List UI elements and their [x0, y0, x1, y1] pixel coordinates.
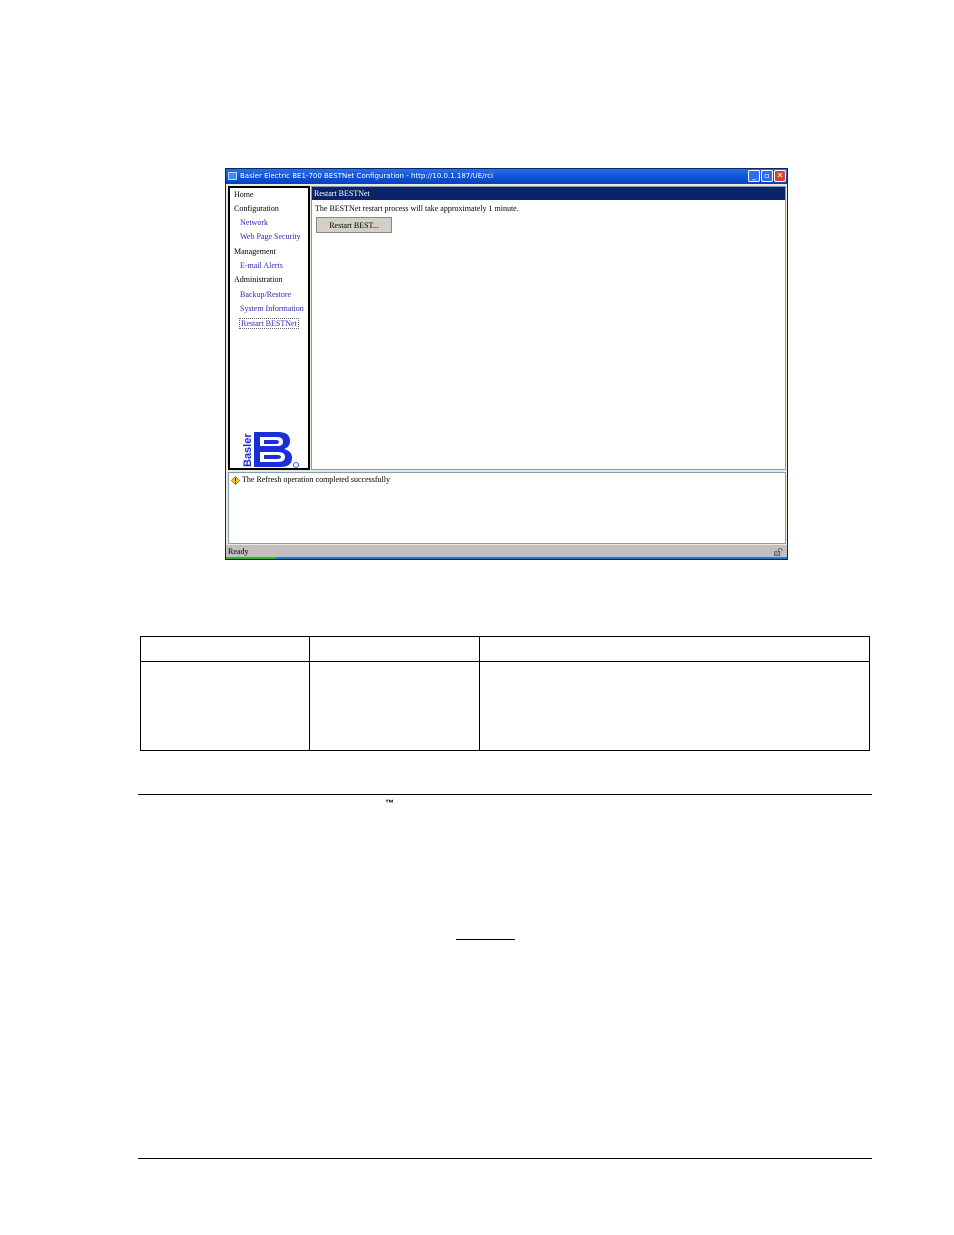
table-row [140, 661, 870, 751]
unlock-icon [774, 548, 783, 556]
content-header: Restart BESTNet [312, 187, 785, 200]
nav-item-configuration[interactable]: Configuration [234, 204, 279, 213]
nav-item-home[interactable]: Home [234, 190, 254, 199]
restart-message: The BESTNet restart process will take ap… [315, 204, 519, 213]
app-window: Basler Electric BE1-700 BESTNet Configur… [225, 168, 788, 560]
content-pane: Restart BESTNet The BESTNet restart proc… [311, 186, 786, 470]
table-cell [479, 636, 870, 662]
footer-divider [138, 1158, 872, 1159]
table-cell [140, 636, 310, 662]
minimize-button[interactable]: _ [748, 170, 760, 182]
nav-item-web-page-security[interactable]: Web Page Security [240, 232, 301, 241]
info-icon [231, 476, 240, 485]
nav-item-backup-restore[interactable]: Backup/Restore [240, 290, 291, 299]
log-message: The Refresh operation completed successf… [242, 475, 390, 484]
close-button[interactable]: ✕ [774, 170, 786, 182]
document-table [140, 636, 870, 751]
table-cell [140, 661, 310, 751]
table-cell [309, 661, 480, 751]
app-icon [228, 172, 237, 180]
window-title: Basler Electric BE1-700 BESTNet Configur… [240, 172, 494, 180]
status-bar: Ready [226, 545, 787, 559]
nav-item-email-alerts[interactable]: E-mail Alerts [240, 261, 283, 270]
restart-bestnet-button[interactable]: Restart BEST... [316, 217, 392, 233]
message-log: The Refresh operation completed successf… [228, 472, 786, 544]
progress-strip [226, 557, 787, 559]
navigation-pane: Home Configuration Network Web Page Secu… [228, 186, 310, 470]
nav-item-system-information[interactable]: System Information [240, 304, 304, 313]
section-divider [138, 794, 872, 795]
table-cell [479, 661, 870, 751]
nav-item-restart-bestnet[interactable]: Restart BESTNet [239, 318, 299, 329]
nav-item-network[interactable]: Network [240, 218, 268, 227]
svg-text:Basler: Basler [242, 433, 254, 467]
underline-mark [456, 939, 515, 940]
nav-item-management[interactable]: Management [234, 247, 276, 256]
nav-item-administration[interactable]: Administration [234, 275, 282, 284]
title-bar[interactable]: Basler Electric BE1-700 BESTNet Configur… [226, 169, 787, 184]
maximize-button[interactable]: ▫ [761, 170, 773, 182]
table-header-row [140, 636, 870, 662]
trademark-symbol: ™ [385, 798, 394, 808]
table-cell [309, 636, 480, 662]
basler-logo: Basler [242, 432, 299, 468]
